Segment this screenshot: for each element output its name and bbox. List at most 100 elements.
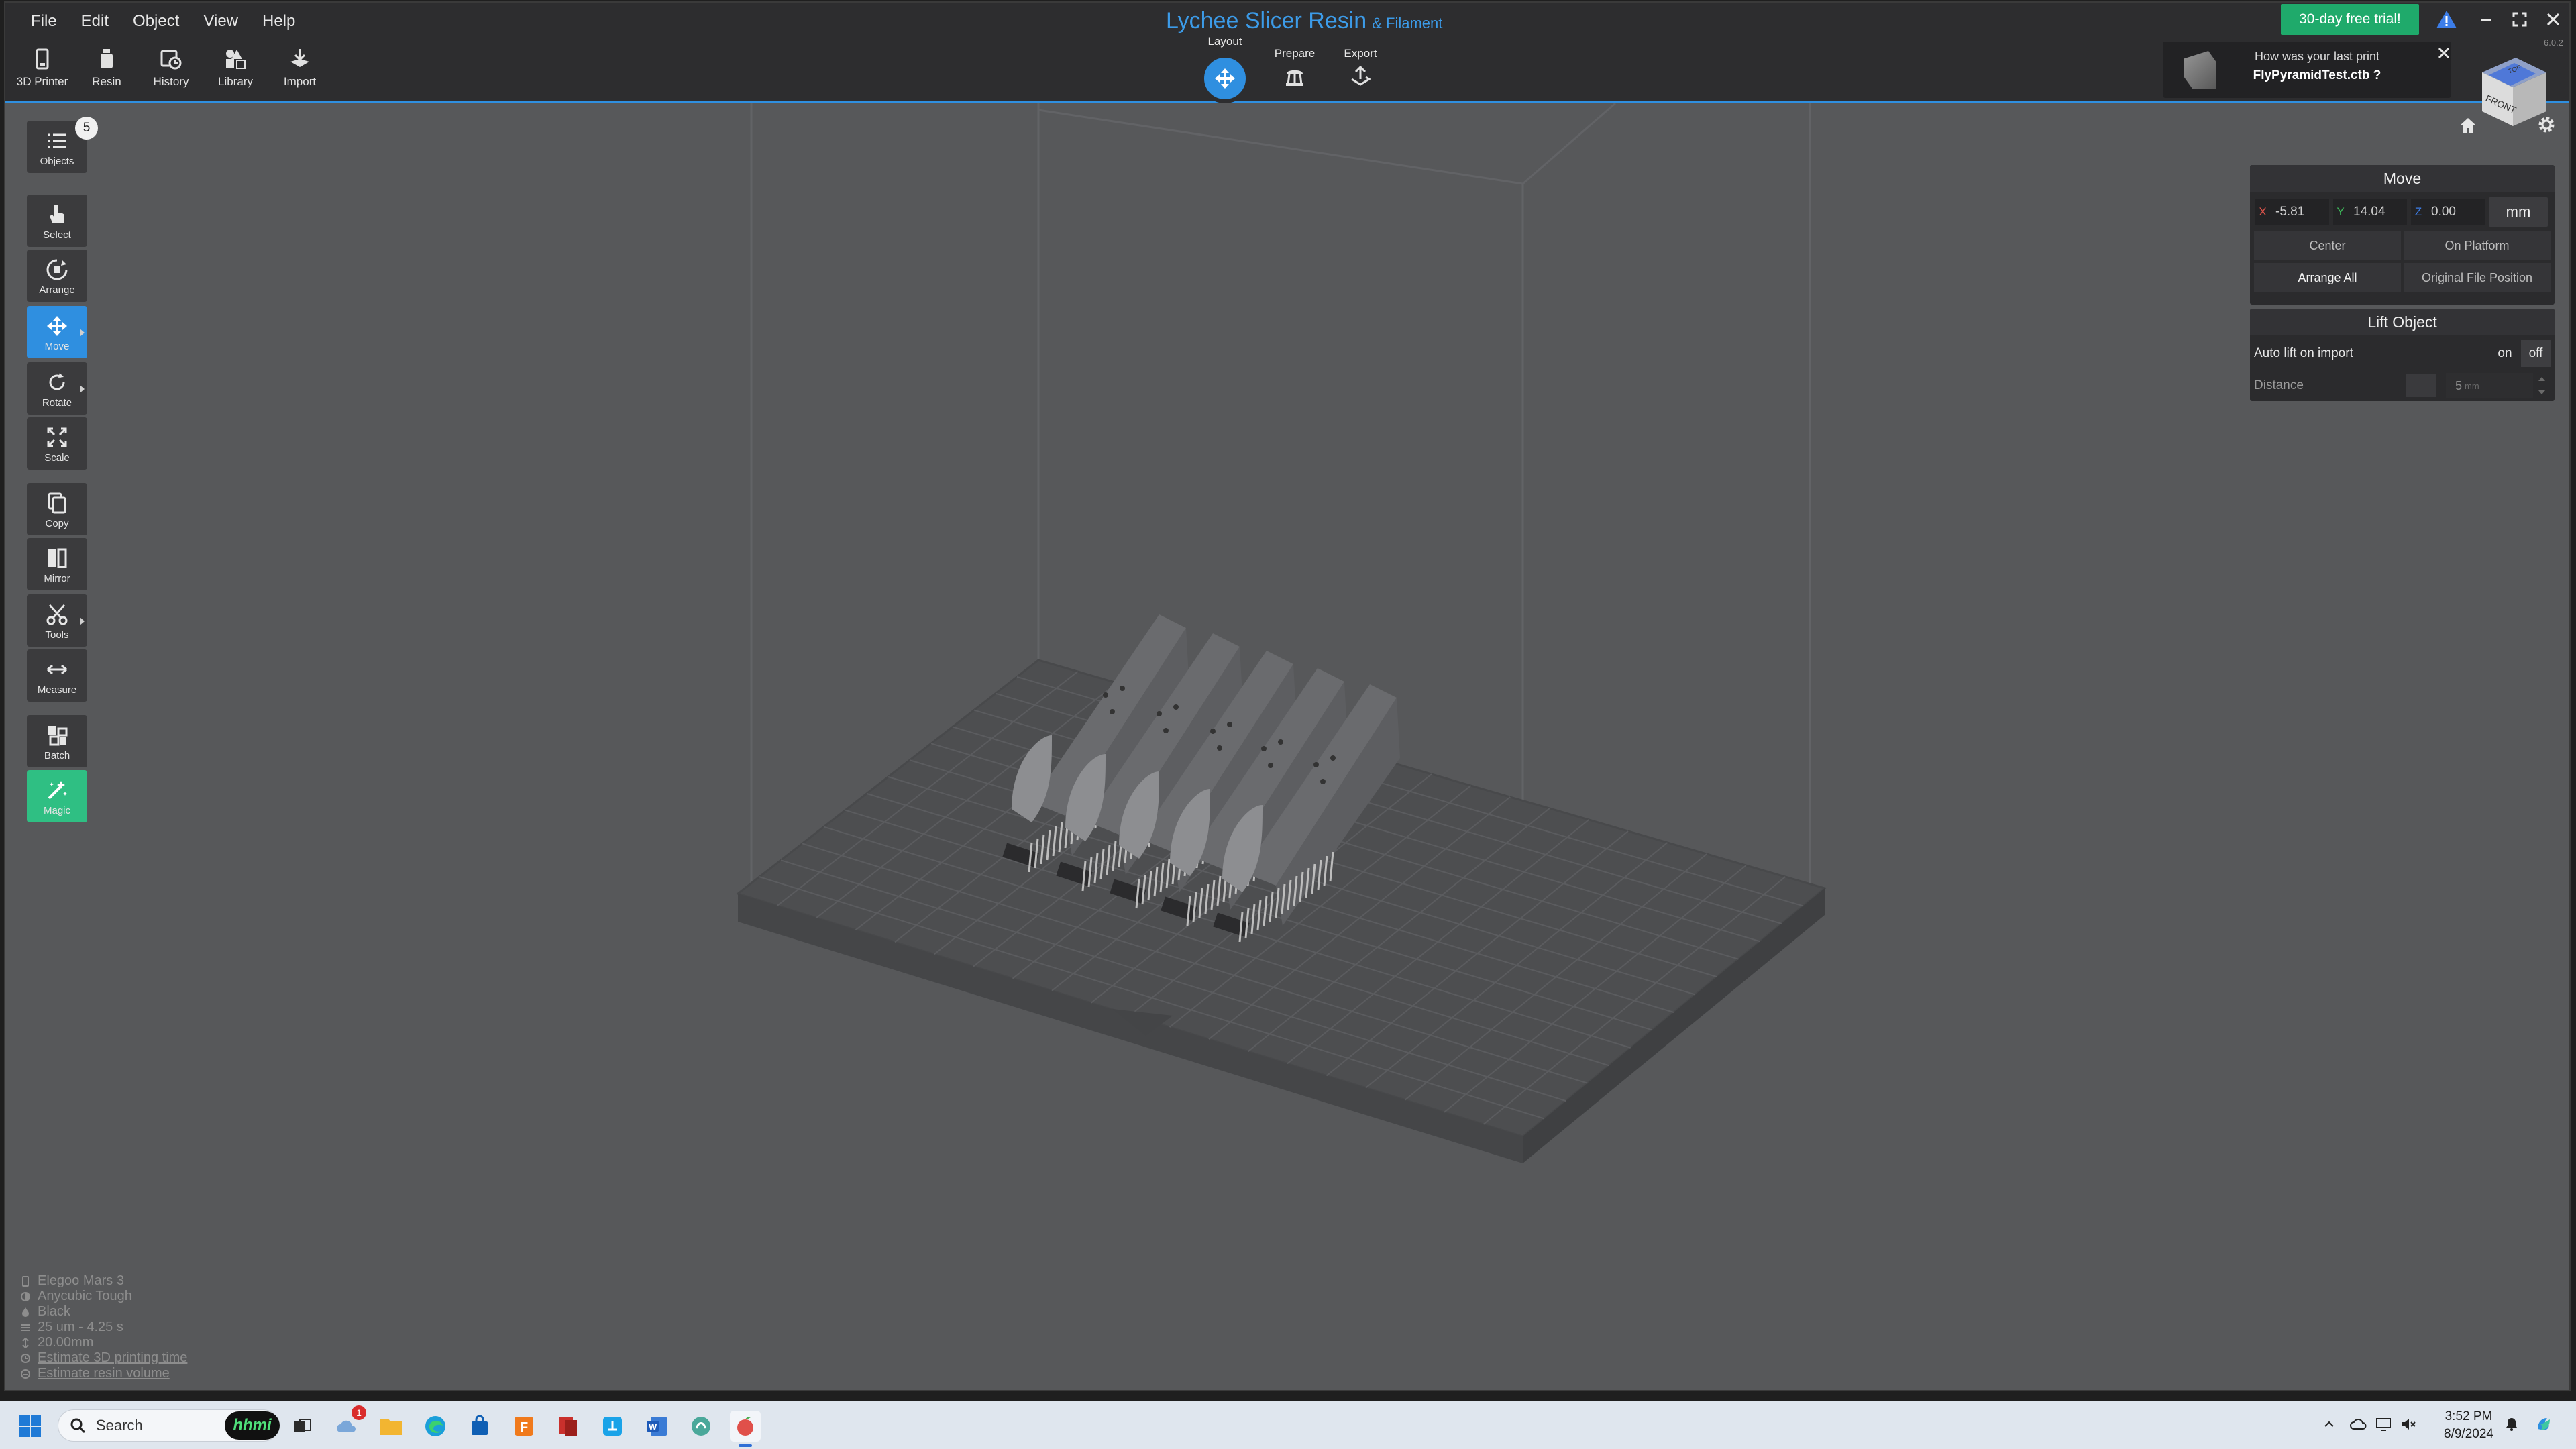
workflow-tabs: Layout Prepare Export (1186, 35, 1387, 103)
tab-layout-label: Layout (1208, 35, 1242, 48)
move-panel-title: Move (2250, 165, 2555, 192)
rotate-tool[interactable]: Rotate (27, 362, 87, 415)
distance-label: Distance (2254, 378, 2304, 392)
measure-tool[interactable]: Measure (27, 649, 87, 702)
taskbar-search[interactable]: Search hhmi (58, 1409, 280, 1442)
rotate-label: Rotate (42, 397, 72, 409)
taskbar-weather[interactable]: 1 (331, 1405, 366, 1442)
arrange-tool[interactable]: Arrange (27, 250, 87, 302)
taskbar-app-red[interactable] (553, 1411, 584, 1442)
estimate-time-label: Estimate 3D printing time (38, 1350, 188, 1365)
chevron-up-icon (2324, 1421, 2334, 1427)
close-window-button[interactable] (2538, 5, 2568, 34)
menu-view[interactable]: View (191, 9, 250, 34)
tray-volume[interactable] (2398, 1413, 2419, 1435)
estimate-volume-link[interactable]: Estimate resin volume (20, 1366, 187, 1381)
resin-small-icon (21, 1291, 30, 1301)
tray-cloud[interactable] (2348, 1413, 2369, 1435)
app-window: File Edit Object View Help 3D Printer Re… (4, 1, 2571, 1391)
history-icon (160, 50, 182, 70)
y-coordinate-field[interactable]: Y 14.04 (2333, 199, 2407, 225)
tab-layout[interactable]: Layout (1186, 35, 1264, 103)
close-feedback-icon[interactable] (2436, 46, 2451, 60)
copy-tool[interactable]: Copy (27, 483, 87, 535)
printer-label: 3D Printer (16, 75, 68, 88)
scale-tool[interactable]: Scale (27, 417, 87, 470)
tray-notifications[interactable] (2501, 1413, 2522, 1435)
on-platform-button[interactable]: On Platform (2404, 231, 2551, 260)
auto-lift-on[interactable]: on (2490, 340, 2520, 367)
batch-tool[interactable]: Batch (27, 715, 87, 767)
tray-overflow[interactable] (2318, 1413, 2340, 1435)
mirror-label: Mirror (44, 573, 70, 584)
move-arrows-icon (47, 316, 67, 336)
top-bar: File Edit Object View Help 3D Printer Re… (5, 3, 2569, 103)
close-icon (2546, 13, 2560, 26)
move-tool[interactable]: Move (27, 306, 87, 358)
import-button[interactable]: Import (274, 47, 326, 99)
batch-icon (48, 726, 68, 746)
volume-icon (21, 1368, 30, 1379)
tray-network[interactable] (2373, 1413, 2395, 1435)
menu-file[interactable]: File (19, 9, 69, 34)
distance-stepper[interactable] (2533, 373, 2551, 398)
feedback-file: FlyPyramidTest.ctb ? (2253, 68, 2381, 83)
estimate-time-link[interactable]: Estimate 3D printing time (20, 1350, 187, 1366)
rotate-icon (49, 373, 65, 390)
printer-button[interactable]: 3D Printer (16, 47, 68, 99)
tab-export[interactable]: Export (1334, 47, 1387, 87)
arrange-all-button[interactable]: Arrange All (2254, 263, 2401, 292)
select-tool[interactable]: Select (27, 195, 87, 247)
tab-prepare[interactable]: Prepare (1268, 47, 1322, 87)
taskbar-clock[interactable]: 3:52 PM 8/9/2024 (2428, 1408, 2509, 1443)
minimize-button[interactable] (2471, 5, 2501, 34)
free-trial-button[interactable]: 30-day free trial! (2281, 4, 2419, 35)
maximize-button[interactable] (2505, 5, 2534, 34)
tools-menu[interactable]: Tools (27, 594, 87, 647)
history-button[interactable]: History (145, 47, 197, 99)
x-coordinate-field[interactable]: X -5.81 (2255, 199, 2329, 225)
green-app-icon (692, 1417, 710, 1436)
menu-edit[interactable]: Edit (69, 9, 121, 34)
gear-icon[interactable] (2536, 114, 2557, 136)
center-button[interactable]: Center (2254, 231, 2401, 260)
unit-toggle-button[interactable]: mm (2489, 197, 2548, 227)
lift-object-panel: Lift Object Auto lift on import on off D… (2250, 309, 2555, 401)
viewport-3d[interactable] (5, 3, 2571, 1391)
taskbar-lychee[interactable] (730, 1411, 761, 1447)
resin-info-row: Anycubic Tough (20, 1289, 187, 1304)
distance-input[interactable]: 5 mm (2446, 373, 2533, 398)
library-button[interactable]: Library (209, 47, 262, 99)
magic-wand-icon (48, 781, 67, 800)
print-feedback-popup[interactable]: How was your last print FlyPyramidTest.c… (2163, 42, 2451, 98)
measure-label: Measure (37, 684, 77, 696)
taskbar-word[interactable]: W (641, 1411, 672, 1442)
taskbar-file-explorer[interactable] (376, 1411, 407, 1442)
taskbar-app-orange[interactable]: F (508, 1411, 539, 1442)
menu-object[interactable]: Object (121, 9, 191, 34)
svg-text:F: F (520, 1420, 528, 1435)
home-icon[interactable] (2458, 115, 2478, 136)
supports-icon (1286, 70, 1303, 86)
auto-lift-off[interactable]: off (2521, 340, 2551, 367)
distance-slider[interactable] (2406, 374, 2436, 397)
tools-label: Tools (45, 629, 69, 641)
menu-help[interactable]: Help (250, 9, 307, 34)
resin-button[interactable]: Resin (80, 47, 133, 99)
taskbar-task-view[interactable] (287, 1411, 318, 1442)
main-toolbar: 3D Printer Resin History Library Import (16, 47, 326, 99)
tray-copilot[interactable] (2533, 1413, 2555, 1435)
warning-icon[interactable] (2435, 9, 2458, 30)
original-position-button[interactable]: Original File Position (2404, 263, 2551, 292)
taskbar-store[interactable] (464, 1411, 495, 1442)
magic-tool[interactable]: Magic (27, 770, 87, 822)
taskbar-app-blue[interactable] (597, 1411, 628, 1442)
search-icon (70, 1418, 86, 1434)
taskbar-edge[interactable] (420, 1411, 451, 1442)
print-thumbnail (2184, 51, 2216, 89)
windows-start-icon[interactable] (19, 1415, 42, 1438)
mirror-tool[interactable]: Mirror (27, 538, 87, 590)
z-coordinate-field[interactable]: Z 0.00 (2411, 199, 2485, 225)
estimate-volume-label: Estimate resin volume (38, 1366, 170, 1381)
taskbar-app-green[interactable] (686, 1411, 716, 1442)
